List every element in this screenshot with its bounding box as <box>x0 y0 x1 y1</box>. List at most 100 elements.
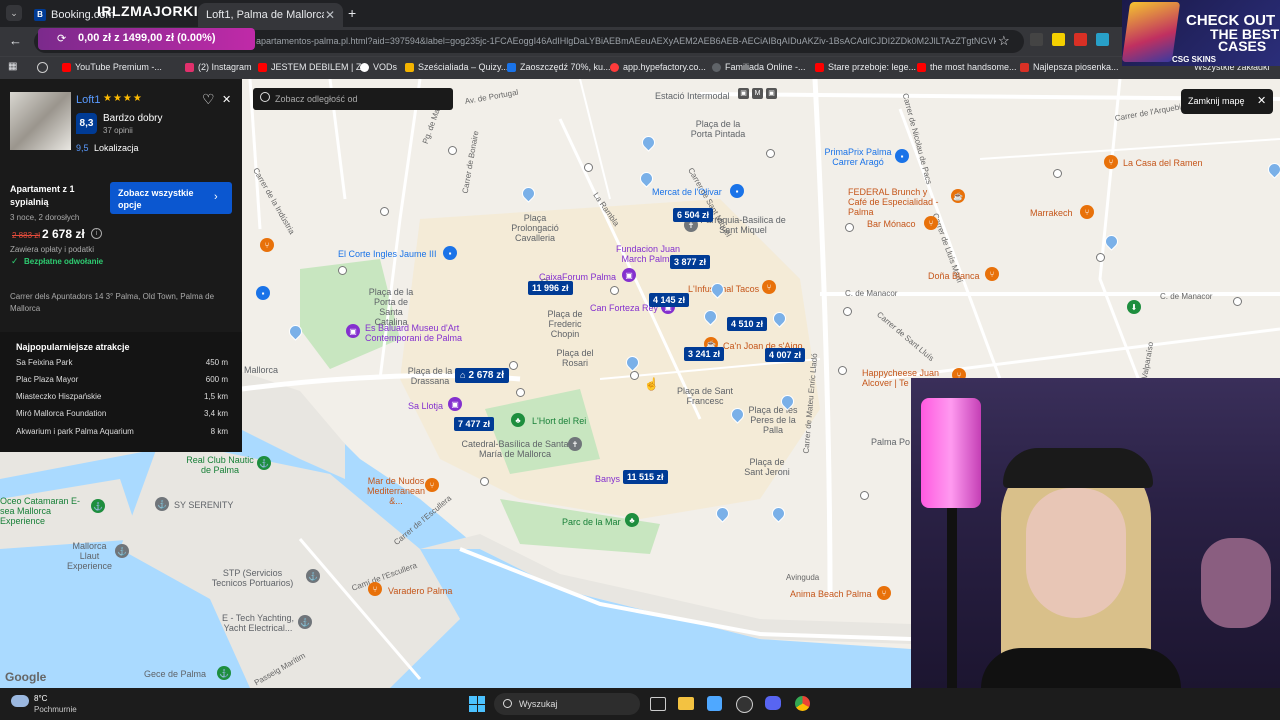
bookmark-old-songs[interactable]: Stare przeboje: lege... <box>815 62 916 72</box>
cafe-icon[interactable]: ☕ <box>951 189 965 203</box>
bus-stop-icon[interactable] <box>584 163 593 172</box>
place-mercat-olivar[interactable]: Mercat de l'Olivar <box>652 187 722 197</box>
weather-temp[interactable]: 8°C <box>34 694 47 703</box>
bus-stop-icon[interactable] <box>1053 169 1062 178</box>
place-parc-de-la-mar[interactable]: Parc de la Mar <box>562 517 621 527</box>
bus-stop-icon[interactable] <box>448 146 457 155</box>
shopping-icon[interactable]: ▪ <box>895 149 909 163</box>
price-marker[interactable]: 6 504 zł <box>673 208 714 222</box>
discord-icon[interactable] <box>765 696 781 710</box>
place-anima-beach[interactable]: Anima Beach Palma <box>790 589 872 599</box>
place-e-tech-yachting[interactable]: E - Tech Yachting, Yacht Electrical... <box>218 613 298 633</box>
bus-stop-icon[interactable] <box>838 366 847 375</box>
property-name[interactable]: Loft1 <box>76 94 100 106</box>
place-dona-blanca[interactable]: Doña Blanca <box>928 271 980 281</box>
place-es-baluard[interactable]: Es Baluard Museu d'Art Contemporani de P… <box>365 323 470 343</box>
place-banys[interactable]: Banys <box>595 474 620 484</box>
place-rosari[interactable]: Plaça del Rosari <box>556 348 594 368</box>
restaurant-icon[interactable]: ⑂ <box>877 586 891 600</box>
restaurant-icon[interactable]: ⑂ <box>1080 205 1094 219</box>
apps-grid-icon[interactable]: ▦ <box>8 61 17 72</box>
place-can-forteza-rey[interactable]: Can Forteza Rey <box>590 303 658 313</box>
place-real-club-nautic[interactable]: Real Club Nautic de Palma <box>185 455 255 475</box>
property-photo[interactable] <box>10 92 71 150</box>
place-mar-de-nudos[interactable]: Mar de Nudos Mediterranean &... <box>360 476 432 506</box>
place-sant-jeroni[interactable]: Plaça de Sant Jeroni <box>742 457 792 477</box>
bus-stop-icon[interactable] <box>480 477 489 486</box>
place-marrakech[interactable]: Marrakech <box>1030 208 1073 218</box>
place-porta-pintada[interactable]: Plaça de la Porta Pintada <box>688 119 748 139</box>
bookmark-youtube-video[interactable]: JESTEM DEBILEM | Z... <box>258 62 369 72</box>
close-tab-icon[interactable]: ✕ <box>325 8 335 22</box>
close-panel-icon[interactable]: ✕ <box>222 93 231 106</box>
place-mallorca[interactable]: Mallorca <box>244 365 278 375</box>
windows-start-icon[interactable] <box>469 696 485 712</box>
place-varadero-palma[interactable]: Varadero Palma <box>388 586 452 596</box>
park-icon[interactable]: ♣ <box>511 413 525 427</box>
bookmark-discount[interactable]: Zaoszczędź 70%, ku... <box>507 62 611 72</box>
restaurant-icon[interactable]: ⑂ <box>368 582 382 596</box>
bookmark-best-song[interactable]: Najlepsza piosenka... <box>1020 62 1119 72</box>
distance-search-input[interactable]: Zobacz odległość od <box>253 88 453 110</box>
price-marker[interactable]: 4 007 zł <box>765 348 806 362</box>
weather-icon[interactable] <box>11 695 29 707</box>
bookmark-hypefactory[interactable]: app.hypefactory.co... <box>610 62 706 72</box>
task-view-icon[interactable] <box>650 697 666 711</box>
extension-icon[interactable] <box>1030 33 1043 46</box>
favorite-heart-icon[interactable]: ♡ <box>202 91 215 108</box>
place-oceo-catamaran[interactable]: Oceo Catamaran E-sea Mallorca Experience <box>0 496 90 526</box>
boat-icon[interactable]: ⚓ <box>298 615 312 629</box>
bus-stop-icon[interactable] <box>843 307 852 316</box>
marina-icon[interactable]: ⚓ <box>257 456 271 470</box>
bus-stop-icon[interactable] <box>630 371 639 380</box>
place-primaprix[interactable]: PrimaPrix Palma Carrer Aragó <box>818 147 898 167</box>
bus-stop-icon[interactable] <box>516 388 525 397</box>
marina-icon[interactable]: ⚓ <box>306 569 320 583</box>
restaurant-icon[interactable]: ⑂ <box>985 267 999 281</box>
obs-icon[interactable] <box>736 696 753 713</box>
place-sant-francesc[interactable]: Plaça de Sant Francesc <box>676 386 734 406</box>
place-gece-de-palma[interactable]: Gece de Palma <box>144 669 206 679</box>
boat-icon[interactable]: ⚓ <box>91 499 105 513</box>
bus-stop-icon[interactable] <box>766 149 775 158</box>
price-marker[interactable]: 4 145 zł <box>649 293 690 307</box>
store-icon[interactable] <box>707 696 722 711</box>
chrome-icon[interactable] <box>795 696 810 711</box>
museum-icon[interactable]: ▣ <box>622 268 636 282</box>
place-estacio-intermodal[interactable]: Estació Intermodal <box>655 91 730 101</box>
restaurant-icon[interactable]: ⑂ <box>260 238 274 252</box>
museum-icon[interactable]: ▣ <box>346 324 360 338</box>
place-catedral[interactable]: Catedral-Basílica de Santa María de Mall… <box>460 439 570 459</box>
landmark-icon[interactable]: ▣ <box>448 397 462 411</box>
price-marker[interactable]: 4 510 zł <box>727 317 768 331</box>
price-marker[interactable]: 3 241 zł <box>684 347 725 361</box>
shopping-icon[interactable]: ▪ <box>256 286 270 300</box>
place-el-corte-ingles[interactable]: El Corte Ingles Jaume III <box>338 249 437 259</box>
place-prolongacio-cavalleria[interactable]: Plaça Prolongació Cavalleria <box>507 213 563 243</box>
close-map-button[interactable]: Zamknij mapę ✕ <box>1181 89 1273 114</box>
bookmark-quiz[interactable]: Sześcialiada – Quizy... <box>405 62 508 72</box>
place-mallorca-llaut[interactable]: Mallorca Llaut Experience <box>62 541 117 571</box>
bookmark-familiada[interactable]: Familiada Online -... <box>712 62 806 72</box>
place-federal-brunch[interactable]: FEDERAL Brunch y Café de Especialidad - … <box>848 187 948 217</box>
extension-icon[interactable] <box>1096 33 1109 46</box>
taskbar-search-input[interactable]: Wyszukaj <box>494 693 640 715</box>
place-sa-llotja[interactable]: Sa Llotja <box>408 401 443 411</box>
boat-icon[interactable]: ⚓ <box>115 544 129 558</box>
back-arrow-icon[interactable]: ← <box>9 33 22 48</box>
place-bar-monaco[interactable]: Bar Mónaco <box>867 219 916 229</box>
place-la-casa-del-ramen[interactable]: La Casa del Ramen <box>1123 158 1203 168</box>
bus-stop-icon[interactable] <box>610 286 619 295</box>
see-all-options-button[interactable]: Zobacz wszystkie opcje › <box>110 182 232 214</box>
price-marker[interactable]: 3 877 zł <box>670 255 711 269</box>
bus-stop-icon[interactable] <box>845 223 854 232</box>
price-marker[interactable]: 7 477 zł <box>454 417 495 431</box>
extension-icon[interactable] <box>1074 33 1087 46</box>
place-drassana[interactable]: Plaça de la Drassana <box>405 366 455 386</box>
marina-icon[interactable]: ⚓ <box>155 497 169 511</box>
place-frederic-chopin[interactable]: Plaça de Frederic Chopin <box>542 309 588 339</box>
bookmark-icon[interactable] <box>37 62 48 73</box>
place-peres-de-la-palla[interactable]: Plaça de les Peres de la Palla <box>744 405 802 435</box>
bookmark-handsome[interactable]: the most handsome... <box>917 62 1017 72</box>
restaurant-icon[interactable]: ⑂ <box>1104 155 1118 169</box>
